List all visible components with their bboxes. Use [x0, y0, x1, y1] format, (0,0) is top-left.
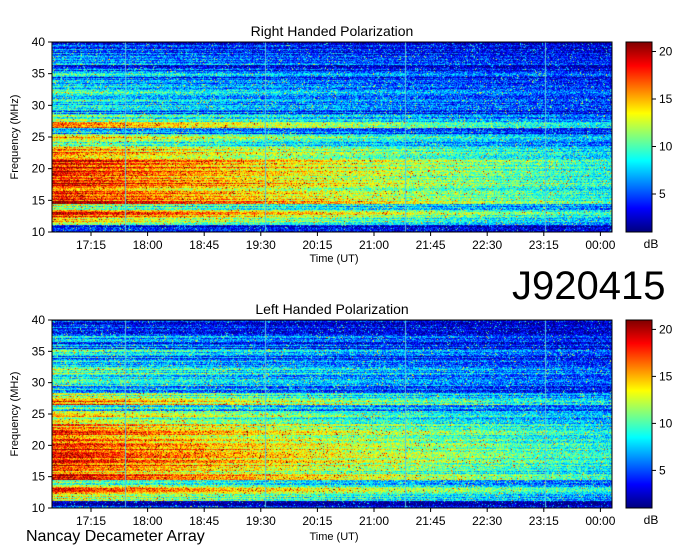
x-tick-label: 18:00: [133, 238, 163, 252]
spectrogram-heatmap-2: [52, 320, 612, 508]
x-tick-label: 21:45: [416, 238, 446, 252]
x-tick-label: 19:30: [246, 514, 276, 528]
x-tick-label: 21:45: [416, 514, 446, 528]
spectrogram-figure: Right Handed Polarization 10 15 20 25 30 35 40 F…: [0, 0, 680, 552]
colorbar: [625, 319, 653, 509]
x-tick-label: 18:45: [189, 514, 219, 528]
spectrogram-panel-2: Left Handed Polarization 10 15 20 25 30 35 40 Fr…: [9, 301, 673, 543]
y-tick-label: 40: [32, 35, 46, 49]
chart-title: Right Handed Polarization: [251, 23, 414, 39]
x-tick-label: 00:00: [585, 514, 615, 528]
y-tick-label: 35: [32, 344, 46, 358]
x-tick-label: 21:00: [359, 514, 389, 528]
spectrogram-panel-1: Right Handed Polarization 10 15 20 25 30 35 40 F…: [9, 23, 673, 265]
x-tick-label: 00:00: [585, 238, 615, 252]
y-tick-label: 25: [32, 407, 46, 421]
x-tick-label: 21:00: [359, 238, 389, 252]
x-tick-label: 17:15: [76, 514, 106, 528]
y-tick-label: 20: [32, 162, 46, 176]
x-tick-label: 18:00: [133, 514, 163, 528]
y-tick-label: 40: [32, 313, 46, 327]
colorbar-tick-label: 5: [659, 463, 666, 477]
colorbar-unit-label: dB: [644, 237, 659, 251]
colorbar-tick-label: 10: [659, 416, 673, 430]
y-tick-label: 30: [32, 98, 46, 112]
x-axis-label: Time (UT): [309, 253, 358, 265]
colorbar-tick-label: 20: [659, 45, 673, 59]
y-tick-label: 15: [32, 470, 46, 484]
y-tick-label: 10: [32, 225, 46, 239]
colorbar: [625, 41, 653, 233]
y-tick-label: 25: [32, 130, 46, 144]
x-tick-label: 20:15: [302, 238, 332, 252]
observation-id: J920415: [512, 264, 666, 308]
y-axis-label: Frequency (MHz): [9, 372, 21, 457]
x-axis-label: Time (UT): [309, 531, 358, 543]
colorbar-tick-label: 15: [659, 369, 673, 383]
spectrogram-heatmap-1: [52, 42, 612, 232]
colorbar-tick-label: 5: [659, 187, 666, 201]
colorbar-unit-label: dB: [644, 513, 659, 527]
x-tick-label: 23:15: [529, 238, 559, 252]
y-axis-label: Frequency (MHz): [9, 95, 21, 180]
x-tick-label: 17:15: [76, 238, 106, 252]
y-tick-label: 10: [32, 501, 46, 515]
colorbar-tick-label: 20: [659, 322, 673, 336]
x-tick-label: 22:30: [472, 238, 502, 252]
observatory-name: Nancay Decameter Array: [26, 528, 205, 545]
colorbar-tick-label: 15: [659, 92, 673, 106]
y-tick-label: 20: [32, 438, 46, 452]
x-tick-label: 22:30: [472, 514, 502, 528]
x-tick-label: 20:15: [302, 514, 332, 528]
x-tick-label: 19:30: [246, 238, 276, 252]
y-tick-label: 15: [32, 193, 46, 207]
chart-title: Left Handed Polarization: [255, 301, 408, 317]
x-tick-label: 23:15: [529, 514, 559, 528]
colorbar-tick-label: 10: [659, 140, 673, 154]
x-tick-label: 18:45: [189, 238, 219, 252]
y-tick-label: 35: [32, 67, 46, 81]
y-tick-label: 30: [32, 376, 46, 390]
